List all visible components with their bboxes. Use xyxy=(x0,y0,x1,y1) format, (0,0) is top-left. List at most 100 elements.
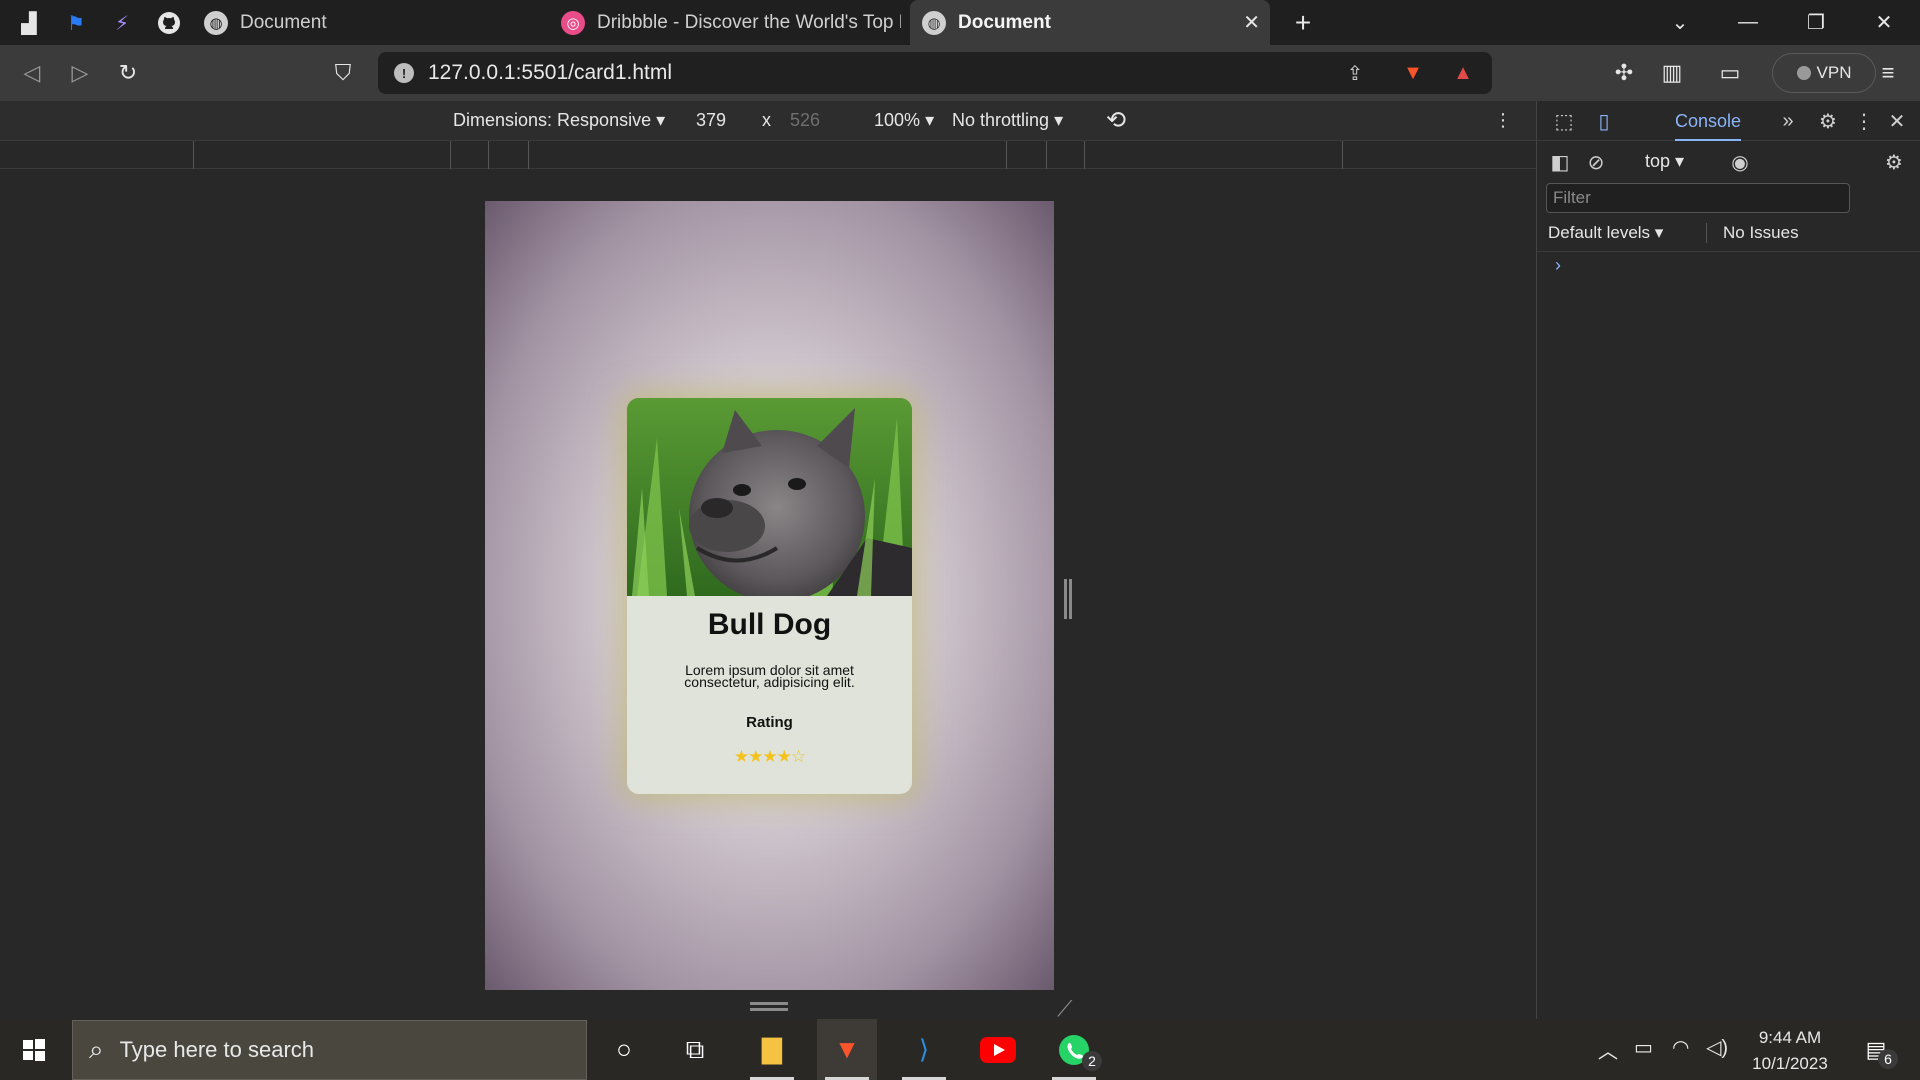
width-input[interactable]: 379 xyxy=(696,110,726,131)
globe-icon: ◍ xyxy=(922,10,946,35)
close-tab-icon[interactable]: ✕ xyxy=(1243,10,1260,35)
close-window-button[interactable]: ✕ xyxy=(1854,0,1914,45)
caret-down-icon: ▾ xyxy=(1054,110,1064,130)
more-tabs-icon[interactable]: » xyxy=(1773,106,1803,136)
resize-handle-bottom[interactable] xyxy=(750,1002,788,1011)
start-button[interactable] xyxy=(4,1019,64,1080)
menu-button[interactable]: ≡ xyxy=(1870,55,1906,91)
media-query-segment[interactable] xyxy=(528,141,529,169)
height-input[interactable]: 526 xyxy=(790,110,820,131)
restore-button[interactable]: ❐ xyxy=(1786,0,1846,45)
search-icon: ⌕ xyxy=(89,1034,104,1064)
pinned-tab-github[interactable] xyxy=(154,8,184,38)
vscode-app[interactable]: ⟩ xyxy=(894,1019,954,1080)
vpn-button[interactable]: VPN xyxy=(1772,53,1876,93)
back-arrow-icon: ◁ xyxy=(23,60,41,85)
brave-app[interactable]: ▼ xyxy=(817,1019,877,1080)
sidebar-toggle-icon[interactable]: ◧ xyxy=(1545,147,1575,177)
more-vertical-icon[interactable]: ⋮ xyxy=(1849,106,1879,136)
forward-button[interactable]: ▷ xyxy=(62,55,98,91)
taskbar-search[interactable]: ⌕ Type here to search xyxy=(72,1020,587,1080)
close-devtools-icon[interactable]: ✕ xyxy=(1882,106,1912,136)
media-query-bar[interactable] xyxy=(0,141,1536,169)
file-explorer-app[interactable]: ▇ xyxy=(742,1019,802,1080)
media-query-segment[interactable] xyxy=(193,141,194,169)
context-label: top xyxy=(1645,151,1671,171)
pinned-tab-app[interactable]: ▟ xyxy=(14,8,44,38)
clear-console-icon[interactable]: ⊘ xyxy=(1581,147,1611,177)
youtube-app[interactable] xyxy=(968,1019,1028,1080)
device-options-button[interactable]: ⋮ xyxy=(1494,110,1512,131)
context-select[interactable]: top ▾ xyxy=(1645,151,1684,172)
page-viewport: Bull Dog Lorem ipsum dolor sit amet cons… xyxy=(485,201,1054,990)
resize-handle-right[interactable] xyxy=(1064,579,1072,619)
device-toolbar-icon[interactable]: ▯ xyxy=(1589,106,1619,136)
filter-input[interactable]: Filter xyxy=(1546,183,1850,213)
brave-rewards-icon[interactable]: ▲ xyxy=(1448,58,1478,88)
whatsapp-badge: 2 xyxy=(1082,1051,1102,1071)
tab-console[interactable]: Console xyxy=(1675,101,1742,141)
pinned-tab-bolt[interactable]: ⚡ xyxy=(107,8,137,38)
pinned-tab-mail[interactable]: ⚑ xyxy=(61,8,91,38)
folder-icon: ▇ xyxy=(762,1034,782,1064)
battery-icon[interactable]: ▭ xyxy=(1634,1035,1653,1060)
reload-button[interactable]: ↻ xyxy=(110,55,146,91)
cortana-button[interactable]: ○ xyxy=(594,1019,654,1080)
wifi-icon[interactable]: ◠ xyxy=(1672,1035,1689,1060)
tab-document-1[interactable]: ◍ Document xyxy=(200,0,540,45)
settings-icon[interactable]: ⚙ xyxy=(1813,106,1843,136)
task-view-button[interactable]: ⧉ xyxy=(665,1019,725,1080)
inspect-element-icon[interactable]: ⬚ xyxy=(1549,106,1579,136)
media-query-segment[interactable] xyxy=(488,141,489,169)
notifications-button[interactable]: ▤ 6 xyxy=(1846,1019,1906,1080)
puzzle-icon: ✣ xyxy=(1614,60,1634,85)
height-value: 526 xyxy=(790,110,821,130)
tab-label: Document xyxy=(240,11,327,33)
sidebar-button[interactable]: ▥ xyxy=(1654,55,1690,91)
new-tab-button[interactable]: + xyxy=(1288,7,1318,38)
throttling-select[interactable]: No throttling ▾ xyxy=(952,110,1063,131)
whatsapp-app[interactable]: 2 xyxy=(1044,1019,1104,1080)
bookmark-button[interactable]: ⛉ xyxy=(325,55,361,91)
rating-label: Rating xyxy=(746,714,793,731)
github-icon xyxy=(158,12,180,34)
tab-console-label: Console xyxy=(1675,111,1742,131)
vpn-label: VPN xyxy=(1816,63,1852,82)
console-prompt-icon[interactable]: › xyxy=(1555,255,1561,276)
wallet-button[interactable]: ▭ xyxy=(1712,55,1748,91)
tab-label: Dribbble - Discover the World's Top De xyxy=(597,11,901,33)
media-query-segment[interactable] xyxy=(450,141,451,169)
rotate-icon: ⟲ xyxy=(1106,107,1127,134)
vscode-icon: ⟩ xyxy=(918,1034,930,1064)
brave-shields-icon[interactable]: ▼ xyxy=(1398,58,1428,88)
media-query-segment[interactable] xyxy=(1084,141,1085,169)
system-clock[interactable]: 9:44 AM 10/1/2023 xyxy=(1740,1025,1840,1077)
media-query-segment[interactable] xyxy=(1342,141,1343,169)
reload-icon: ↻ xyxy=(118,60,138,85)
tab-document-active[interactable]: ◍ Document ✕ xyxy=(910,0,1270,45)
log-levels-select[interactable]: Default levels ▾ xyxy=(1548,223,1663,243)
media-query-segment[interactable] xyxy=(1046,141,1047,169)
tab-dribbble[interactable]: ◎ Dribbble - Discover the World's Top De xyxy=(561,0,901,45)
address-bar[interactable]: ! 127.0.0.1:5501/card1.html ⇪ ▼ ▲ xyxy=(378,52,1492,94)
console-settings-icon[interactable]: ⚙ xyxy=(1879,147,1909,177)
minimize-button[interactable]: — xyxy=(1718,0,1778,45)
show-hidden-icons-chevron-icon[interactable]: ︿ xyxy=(1598,1035,1618,1064)
rotate-button[interactable]: ⟲ xyxy=(1106,106,1126,135)
extensions-button[interactable]: ✣ xyxy=(1606,55,1642,91)
live-expression-eye-icon[interactable]: ◉ xyxy=(1725,147,1755,177)
bulldog-image xyxy=(627,398,912,596)
task-view-icon: ⧉ xyxy=(685,1033,705,1064)
rating-stars: ★★★★☆ xyxy=(733,747,806,766)
back-button[interactable]: ◁ xyxy=(14,55,50,91)
media-query-segment[interactable] xyxy=(1006,141,1007,169)
share-icon[interactable]: ⇪ xyxy=(1340,58,1370,88)
width-value: 379 xyxy=(696,110,727,130)
tab-search-button[interactable]: ⌄ xyxy=(1650,0,1710,45)
plus-icon: + xyxy=(1294,7,1312,38)
volume-icon[interactable]: ◁) xyxy=(1706,1035,1728,1060)
site-info-icon[interactable]: ! xyxy=(394,63,414,83)
issues-button[interactable]: No Issues xyxy=(1706,223,1799,243)
zoom-select[interactable]: 100% ▾ xyxy=(874,110,934,131)
dimensions-select[interactable]: Dimensions: Responsive ▾ xyxy=(453,110,665,131)
